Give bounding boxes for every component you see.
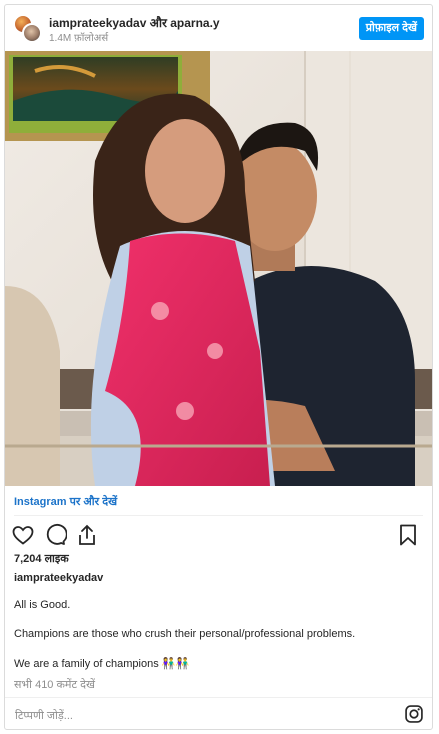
account-names[interactable]: iamprateekyadav और aparna.y <box>49 14 220 31</box>
avatar <box>22 23 42 43</box>
post-username[interactable]: iamprateekyadav <box>14 572 103 584</box>
instagram-embed-card: iamprateekyadav और aparna.y 1.4M फ़ॉलोअर… <box>4 4 433 730</box>
view-all-comments-link[interactable]: सभी 410 कमेंट देखें <box>14 677 95 692</box>
post-header: iamprateekyadav और aparna.y 1.4M फ़ॉलोअर… <box>5 5 432 51</box>
add-comment-input[interactable] <box>13 705 377 727</box>
comment-icon[interactable] <box>43 523 67 547</box>
like-count: 7,204 लाइक <box>14 553 69 565</box>
caption-line: We are a family of champions 👫👫 <box>14 658 190 670</box>
share-icon[interactable] <box>75 523 99 547</box>
post-photo[interactable] <box>5 51 432 486</box>
instagram-icon[interactable] <box>404 704 424 724</box>
view-more-on-instagram-link[interactable]: Instagram पर और देखें <box>14 494 117 509</box>
couple-photo-image <box>5 51 432 486</box>
follower-count: 1.4M फ़ॉलोअर्स <box>49 33 109 44</box>
caption-line: Champions are those who crush their pers… <box>14 628 356 640</box>
collab-avatars[interactable] <box>13 14 43 44</box>
caption-line: All is Good. <box>14 599 71 611</box>
divider <box>5 697 432 698</box>
divider <box>14 515 423 516</box>
heart-icon[interactable] <box>11 523 35 547</box>
view-profile-button[interactable]: प्रोफ़ाइल देखें <box>358 17 424 40</box>
bookmark-icon[interactable] <box>396 523 420 547</box>
